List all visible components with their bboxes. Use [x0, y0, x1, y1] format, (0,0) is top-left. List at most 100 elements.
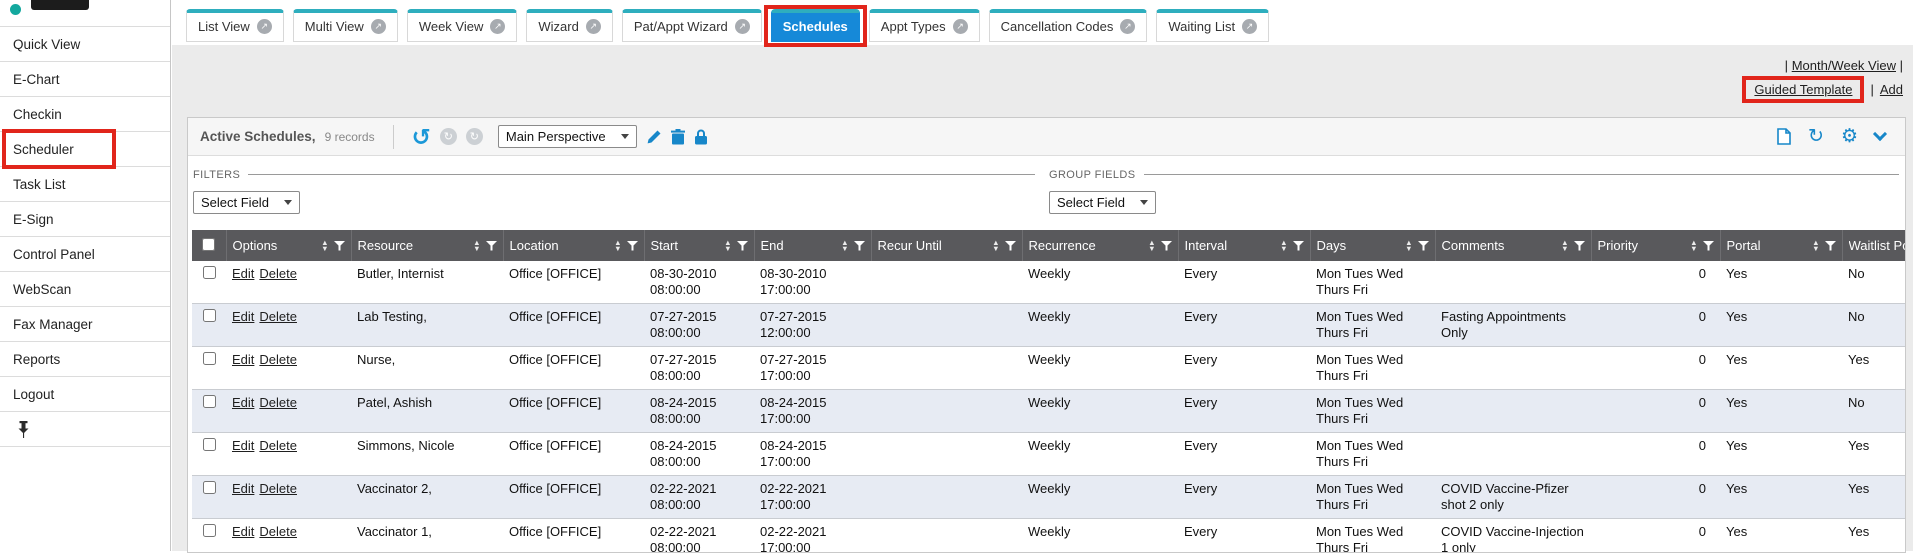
tab-pat-appt-wizard[interactable]: Pat/Appt Wizard↗ — [622, 9, 762, 42]
sort-icon[interactable]: ▲▼ — [841, 240, 848, 251]
select-all-checkbox[interactable] — [202, 238, 215, 251]
sort-icon[interactable]: ▲▼ — [473, 240, 480, 251]
lock-icon[interactable] — [694, 129, 708, 145]
edit-link[interactable]: Edit — [232, 309, 254, 324]
column-header-days[interactable]: Days▲▼ — [1310, 230, 1435, 261]
tab-popout-icon[interactable]: ↗ — [257, 19, 272, 34]
row-checkbox[interactable] — [203, 438, 216, 451]
delete-link[interactable]: Delete — [259, 395, 297, 410]
delete-link[interactable]: Delete — [259, 266, 297, 281]
edit-link[interactable]: Edit — [232, 524, 254, 539]
sidebar-item-scheduler[interactable]: Scheduler — [0, 132, 170, 167]
column-header-comments[interactable]: Comments▲▼ — [1435, 230, 1591, 261]
tab-waiting-list[interactable]: Waiting List↗ — [1156, 9, 1269, 42]
row-checkbox[interactable] — [203, 352, 216, 365]
column-header-recur-until[interactable]: Recur Until▲▼ — [871, 230, 1022, 261]
filter-funnel-icon[interactable] — [486, 241, 497, 251]
row-checkbox[interactable] — [203, 266, 216, 279]
row-checkbox[interactable] — [203, 309, 216, 322]
filter-funnel-icon[interactable] — [854, 241, 865, 251]
row-checkbox[interactable] — [203, 481, 216, 494]
filter-funnel-icon[interactable] — [1703, 241, 1714, 251]
delete-link[interactable]: Delete — [259, 438, 297, 453]
sidebar-item-quick-view[interactable]: Quick View — [0, 27, 170, 62]
collapse-chevron-icon[interactable] — [1873, 127, 1887, 141]
tab-popout-icon[interactable]: ↗ — [1242, 19, 1257, 34]
undo-icon[interactable]: ↺ — [412, 127, 431, 147]
sidebar-item-logout[interactable]: Logout — [0, 377, 170, 412]
sidebar-item-reports[interactable]: Reports — [0, 342, 170, 377]
guided-template-link[interactable]: Guided Template — [1754, 82, 1852, 97]
trash-icon[interactable] — [671, 129, 685, 145]
edit-link[interactable]: Edit — [232, 395, 254, 410]
delete-link[interactable]: Delete — [259, 481, 297, 496]
filter-field-select[interactable]: Select Field — [193, 191, 300, 214]
filter-funnel-icon[interactable] — [737, 241, 748, 251]
delete-link[interactable]: Delete — [259, 309, 297, 324]
sort-icon[interactable]: ▲▼ — [1148, 240, 1155, 251]
tab-wizard[interactable]: Wizard↗ — [526, 9, 612, 42]
column-header-start[interactable]: Start▲▼ — [644, 230, 754, 261]
tab-popout-icon[interactable]: ↗ — [953, 19, 968, 34]
gear-icon[interactable]: ⚙ — [1841, 127, 1858, 146]
sidebar-item-webscan[interactable]: WebScan — [0, 272, 170, 307]
sidebar-item-fax-manager[interactable]: Fax Manager — [0, 307, 170, 342]
sort-icon[interactable]: ▲▼ — [614, 240, 621, 251]
filter-funnel-icon[interactable] — [627, 241, 638, 251]
tab-appt-types[interactable]: Appt Types↗ — [869, 9, 980, 42]
delete-link[interactable]: Delete — [259, 524, 297, 539]
add-link[interactable]: Add — [1880, 82, 1903, 97]
tab-popout-icon[interactable]: ↗ — [371, 19, 386, 34]
column-header-recurrence[interactable]: Recurrence▲▼ — [1022, 230, 1178, 261]
column-header-interval[interactable]: Interval▲▼ — [1178, 230, 1310, 261]
tab-cancellation-codes[interactable]: Cancellation Codes↗ — [989, 9, 1148, 42]
column-header-resource[interactable]: Resource▲▼ — [351, 230, 503, 261]
column-header-portal[interactable]: Portal▲▼ — [1720, 230, 1842, 261]
edit-link[interactable]: Edit — [232, 266, 254, 281]
filter-funnel-icon[interactable] — [1293, 241, 1304, 251]
redo-icon[interactable]: ↻ — [440, 128, 457, 145]
filter-funnel-icon[interactable] — [1418, 241, 1429, 251]
pin-icon[interactable] — [17, 421, 30, 438]
sort-icon[interactable]: ▲▼ — [1690, 240, 1697, 251]
column-header-location[interactable]: Location▲▼ — [503, 230, 644, 261]
new-document-icon[interactable] — [1777, 128, 1791, 145]
tab-list-view[interactable]: List View↗ — [186, 9, 284, 42]
row-checkbox[interactable] — [203, 395, 216, 408]
tab-popout-icon[interactable]: ↗ — [586, 19, 601, 34]
tab-schedules[interactable]: Schedules — [771, 9, 860, 42]
tab-week-view[interactable]: Week View↗ — [407, 9, 518, 42]
column-header-priority[interactable]: Priority▲▼ — [1591, 230, 1720, 261]
sort-icon[interactable]: ▲▼ — [992, 240, 999, 251]
filter-funnel-icon[interactable] — [1574, 241, 1585, 251]
column-header-options[interactable]: Options▲▼ — [226, 230, 351, 261]
month-week-view-link[interactable]: Month/Week View — [1792, 58, 1896, 73]
sidebar-item-task-list[interactable]: Task List — [0, 167, 170, 202]
sidebar-item-checkin[interactable]: Checkin — [0, 97, 170, 132]
repeat-icon[interactable]: ↻ — [466, 128, 483, 145]
tab-popout-icon[interactable]: ↗ — [735, 19, 750, 34]
refresh-icon[interactable]: ↻ — [1808, 127, 1824, 146]
sort-icon[interactable]: ▲▼ — [321, 240, 328, 251]
sidebar-pin-row[interactable] — [0, 412, 170, 447]
sidebar-item-e-sign[interactable]: E-Sign — [0, 202, 170, 237]
sort-icon[interactable]: ▲▼ — [724, 240, 731, 251]
edit-link[interactable]: Edit — [232, 352, 254, 367]
row-checkbox[interactable] — [203, 524, 216, 537]
sort-icon[interactable]: ▲▼ — [1405, 240, 1412, 251]
sort-icon[interactable]: ▲▼ — [1812, 240, 1819, 251]
tab-multi-view[interactable]: Multi View↗ — [293, 9, 398, 42]
filter-funnel-icon[interactable] — [334, 241, 345, 251]
delete-link[interactable]: Delete — [259, 352, 297, 367]
column-header-end[interactable]: End▲▼ — [754, 230, 871, 261]
group-field-select[interactable]: Select Field — [1049, 191, 1156, 214]
edit-link[interactable]: Edit — [232, 481, 254, 496]
edit-pencil-icon[interactable] — [646, 129, 662, 145]
column-header-waitlist-po[interactable]: Waitlist Po▲▼ — [1842, 230, 1906, 261]
filter-funnel-icon[interactable] — [1161, 241, 1172, 251]
tab-popout-icon[interactable]: ↗ — [490, 19, 505, 34]
sidebar-item-control-panel[interactable]: Control Panel — [0, 237, 170, 272]
tab-popout-icon[interactable]: ↗ — [1120, 19, 1135, 34]
edit-link[interactable]: Edit — [232, 438, 254, 453]
sidebar-item-e-chart[interactable]: E-Chart — [0, 62, 170, 97]
